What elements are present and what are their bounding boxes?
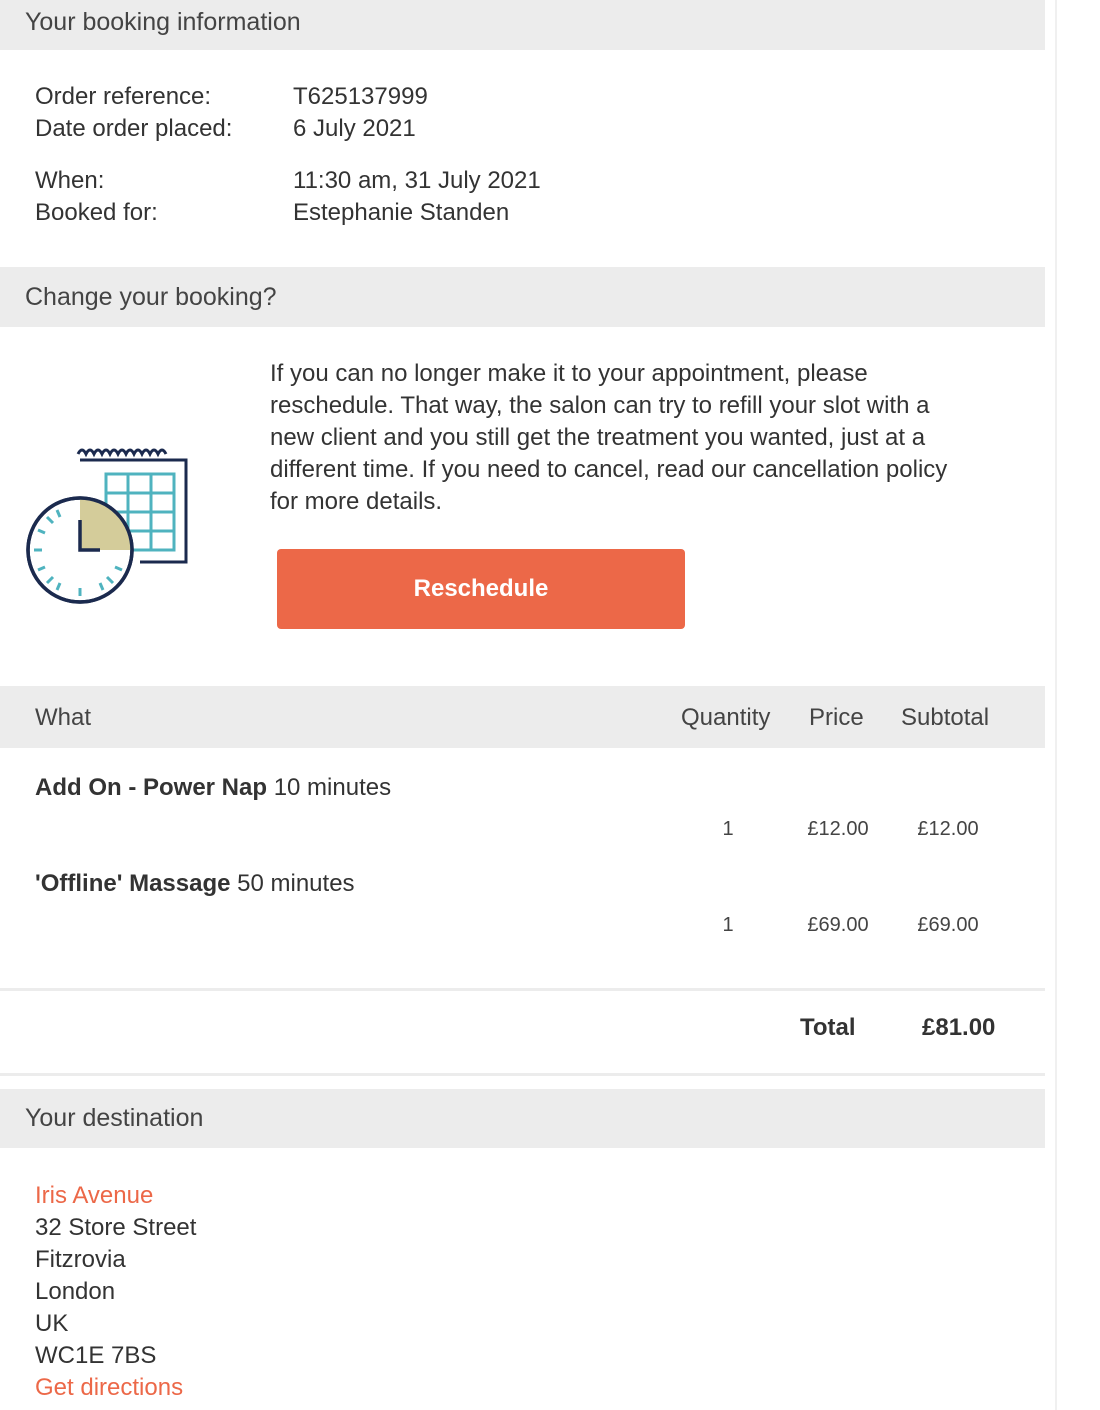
table-row-item-name: Add On - Power Nap 10 minutes <box>35 774 391 802</box>
column-subtotal: Subtotal <box>901 704 990 731</box>
item-title: Add On - Power Nap <box>35 774 268 801</box>
order-reference-value: T625137999 <box>293 83 428 110</box>
column-what: What <box>35 704 92 731</box>
total-label: Total <box>800 1014 856 1041</box>
booking-confirmation-page: Your booking information Order reference… <box>0 0 1045 1410</box>
item-title: 'Offline' Massage <box>35 870 231 897</box>
change-booking-text: If you can no longer make it to your app… <box>270 360 948 515</box>
item-price: £69.00 <box>807 914 869 936</box>
item-duration: 10 minutes <box>273 774 392 801</box>
reschedule-button[interactable]: Reschedule <box>277 549 685 629</box>
item-price: £12.00 <box>807 818 869 840</box>
column-quantity: Quantity <box>681 704 771 731</box>
order-reference-label: Order reference: <box>35 83 212 110</box>
date-placed-label: Date order placed: <box>35 115 233 142</box>
item-duration: 50 minutes <box>237 870 355 897</box>
total-value: £81.00 <box>922 1014 996 1041</box>
item-subtotal: £12.00 <box>917 818 979 840</box>
address-line: WC1E 7BS <box>35 1342 157 1369</box>
table-divider <box>0 988 1045 991</box>
change-booking-header: Change your booking? <box>0 267 1045 327</box>
destination-header: Your destination <box>0 1089 1045 1148</box>
item-subtotal: £69.00 <box>917 914 979 936</box>
page-edge-divider <box>1055 0 1057 1410</box>
address-line: London <box>35 1278 116 1305</box>
table-row-item-name: 'Offline' Massage 50 minutes <box>35 870 355 898</box>
booked-for-value: Estephanie Standen <box>293 199 510 226</box>
date-placed-value: 6 July 2021 <box>293 115 416 142</box>
venue-name-link[interactable]: Iris Avenue <box>35 1182 153 1210</box>
column-price: Price <box>809 704 864 731</box>
address-line: UK <box>35 1310 69 1337</box>
address-line: Fitzrovia <box>35 1246 126 1273</box>
get-directions-link[interactable]: Get directions <box>35 1374 183 1402</box>
item-quantity: 1 <box>722 914 734 936</box>
when-label: When: <box>35 167 105 194</box>
calendar-clock-icon <box>26 448 188 604</box>
when-value: 11:30 am, 31 July 2021 <box>293 167 541 194</box>
booked-for-label: Booked for: <box>35 199 158 226</box>
order-table-header: What Quantity Price Subtotal <box>0 686 1045 748</box>
booking-info-header: Your booking information <box>0 0 1045 50</box>
total-divider <box>0 1073 1045 1076</box>
item-quantity: 1 <box>722 818 734 840</box>
address-line: 32 Store Street <box>35 1214 197 1241</box>
